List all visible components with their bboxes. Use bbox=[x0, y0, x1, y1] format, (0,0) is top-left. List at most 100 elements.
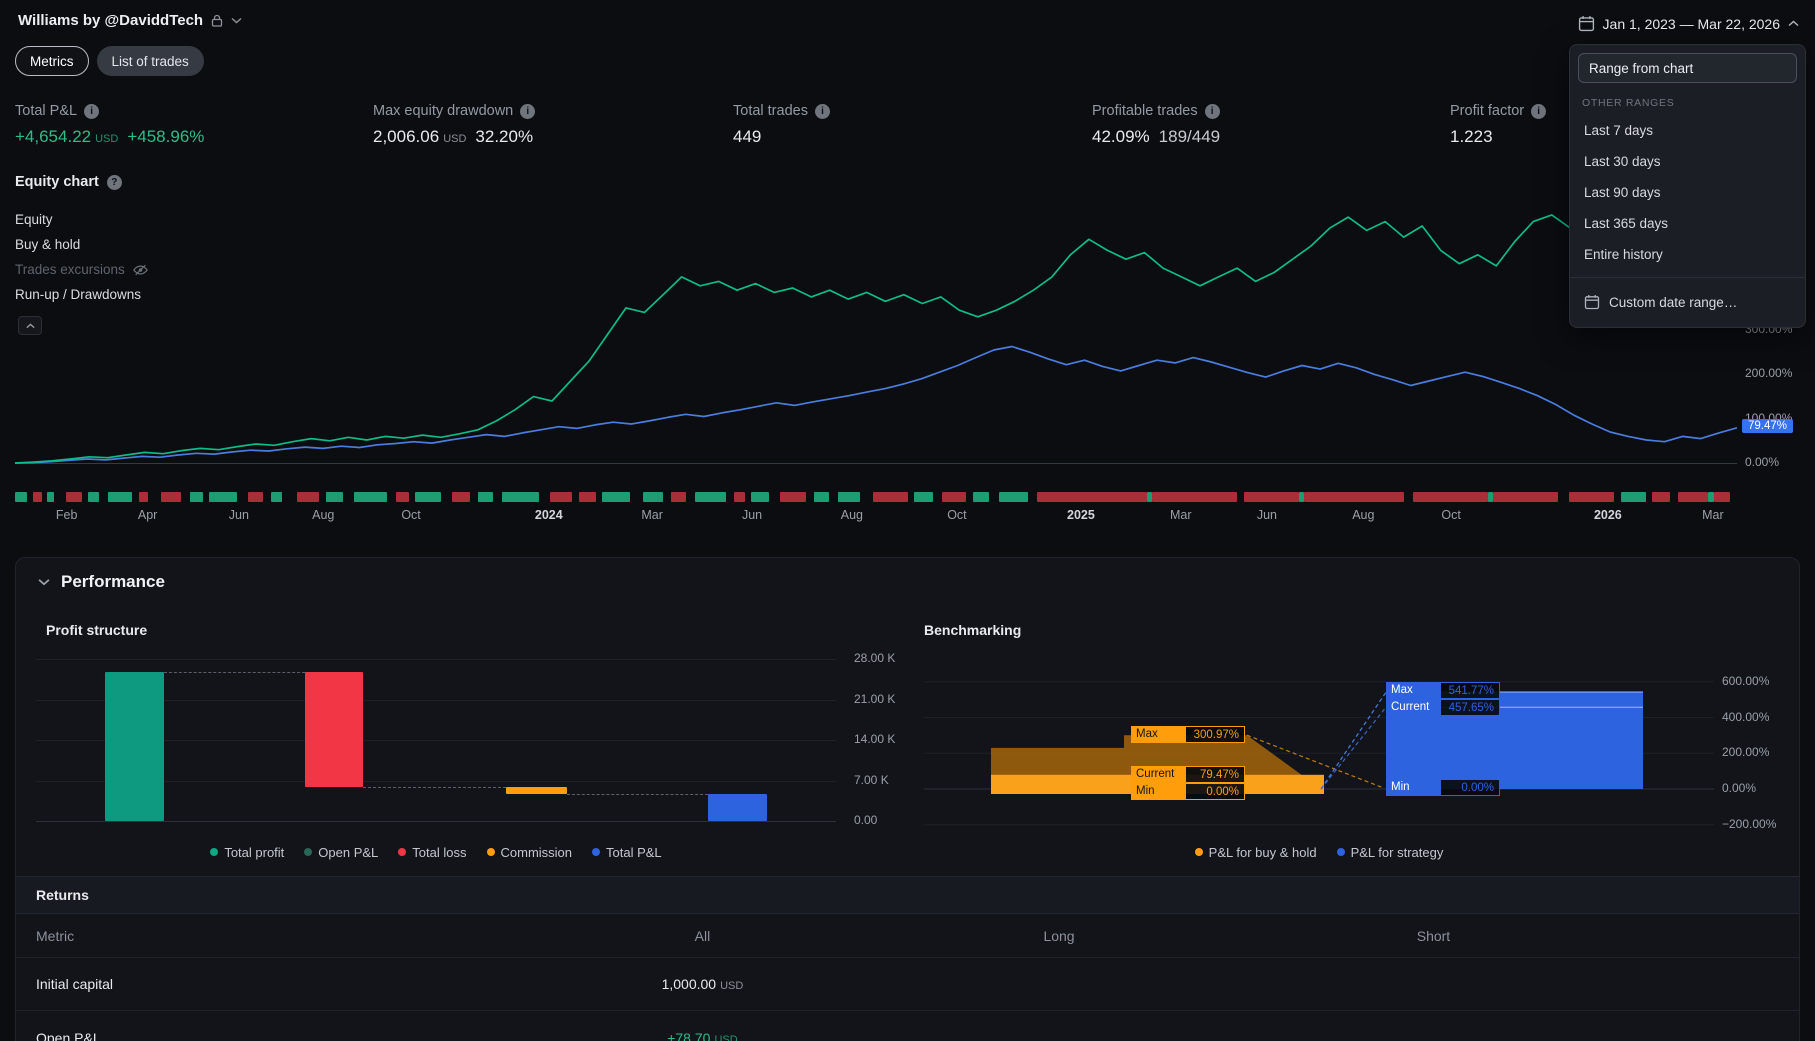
legend-toggle-run-up-drawdowns[interactable]: Run-up / Drawdowns bbox=[15, 282, 148, 307]
time-axis-label: 2025 bbox=[1067, 508, 1095, 522]
info-icon[interactable]: i bbox=[1204, 103, 1220, 119]
table-row: Initial capital 1,000.00 USD bbox=[16, 958, 1799, 1011]
metric-label: Profitable trades bbox=[1092, 103, 1198, 119]
benchmarking-chart[interactable]: Max 300.97% Current 79.47% Min 0.00% Max 541.77… bbox=[924, 678, 1714, 828]
legend-item-p-l-for-buy-hold[interactable]: P&L for buy & hold bbox=[1194, 845, 1317, 860]
time-axis-label: Apr bbox=[137, 508, 158, 522]
row-metric: Open P&L bbox=[36, 1029, 101, 1041]
date-range-label: Jan 1, 2023 — Mar 22, 2026 bbox=[1602, 15, 1780, 32]
trade-gap bbox=[282, 492, 297, 502]
trade-marker bbox=[15, 492, 27, 502]
menu-item-last-90-days[interactable]: Last 90 days bbox=[1578, 177, 1797, 208]
chevron-up-icon bbox=[1788, 20, 1799, 27]
chip-value: 79.47% bbox=[1185, 766, 1245, 783]
chip-label: Max bbox=[1386, 682, 1440, 699]
metric-currency: USD bbox=[443, 133, 467, 145]
trade-gap bbox=[806, 492, 814, 502]
legend-dot bbox=[398, 848, 407, 856]
trade-gap bbox=[441, 492, 452, 502]
legend-toggle-equity[interactable]: Equity bbox=[15, 207, 148, 232]
legend-item-total-loss[interactable]: Total loss bbox=[398, 845, 467, 860]
returns-section-header: Returns bbox=[16, 876, 1799, 914]
help-icon[interactable]: ? bbox=[106, 174, 122, 190]
legend-label: Total profit bbox=[224, 844, 285, 860]
bar-total-p-l[interactable] bbox=[708, 794, 767, 821]
legend-item-commission[interactable]: Commission bbox=[486, 845, 572, 860]
equity-chart-plot[interactable] bbox=[15, 205, 1737, 477]
chip-label: Max bbox=[1131, 726, 1185, 743]
time-axis-label: Mar bbox=[1170, 508, 1192, 522]
chip-value: 0.00% bbox=[1185, 783, 1245, 800]
date-range-button[interactable]: Jan 1, 2023 — Mar 22, 2026 bbox=[1572, 12, 1805, 35]
time-axis[interactable]: Feb Apr Jun Aug Oct 2024 Mar Jun Aug Oct 2025 Mar Ju… bbox=[15, 508, 1737, 526]
trade-marker bbox=[671, 492, 686, 502]
trade-markers-strip[interactable] bbox=[15, 492, 1737, 502]
equity-chart-legend: Equity Buy & hold Trades excursions Run-up … bbox=[15, 207, 148, 307]
trade-marker bbox=[1244, 492, 1299, 502]
menu-item-custom-date-range[interactable]: Custom date range… bbox=[1578, 285, 1797, 319]
trade-marker bbox=[108, 492, 132, 502]
gridline bbox=[36, 659, 836, 661]
legend-dot bbox=[1194, 848, 1203, 856]
chip-value: 300.97% bbox=[1185, 726, 1245, 743]
bar-total-profit[interactable] bbox=[105, 672, 164, 821]
menu-item-last-7-days[interactable]: Last 7 days bbox=[1578, 115, 1797, 146]
legend-item-total-profit[interactable]: Total profit bbox=[210, 845, 284, 860]
row-metric: Initial capital bbox=[36, 976, 114, 992]
lock-icon bbox=[211, 14, 223, 27]
calendar-icon bbox=[1584, 294, 1600, 310]
view-tabs: Metrics List of trades bbox=[15, 46, 204, 76]
waterfall-connector bbox=[363, 787, 506, 789]
trade-gap bbox=[860, 492, 873, 502]
legend-toggle-trades-excursions[interactable]: Trades excursions bbox=[15, 257, 148, 282]
performance-title: Performance bbox=[61, 572, 165, 591]
benchmarking-legend: P&L for buy & hold P&L for strategy bbox=[924, 844, 1714, 860]
legend-item-open-p-l[interactable]: Open P&L bbox=[304, 845, 378, 860]
legend-toggle-buy-hold[interactable]: Buy & hold bbox=[15, 232, 148, 257]
benchmark-axis-tick: 0.00% bbox=[1722, 781, 1757, 795]
strategy-title: Williams by @DaviddTech bbox=[18, 12, 204, 29]
info-icon[interactable]: i bbox=[84, 103, 100, 119]
equity-axis-tick: 200.00% bbox=[1745, 366, 1793, 381]
performance-header[interactable]: Performance bbox=[38, 572, 165, 592]
legend-item-total-p-l[interactable]: Total P&L bbox=[592, 845, 662, 860]
trade-marker bbox=[999, 492, 1028, 502]
info-icon[interactable]: i bbox=[814, 103, 830, 119]
info-icon[interactable]: i bbox=[520, 103, 536, 119]
trade-marker bbox=[452, 492, 470, 502]
info-icon[interactable]: i bbox=[1531, 103, 1547, 119]
trade-marker bbox=[643, 492, 663, 502]
metric-label: Max equity drawdown bbox=[373, 103, 514, 119]
benchmark-axis-tick: 400.00% bbox=[1722, 709, 1770, 724]
bar-commission[interactable] bbox=[506, 787, 567, 795]
chip-value: 457.65% bbox=[1440, 699, 1500, 716]
menu-item-entire-history[interactable]: Entire history bbox=[1578, 239, 1797, 270]
menu-item-last-365-days[interactable]: Last 365 days bbox=[1578, 208, 1797, 239]
legend-item-p-l-for-strategy[interactable]: P&L for strategy bbox=[1336, 845, 1443, 860]
trade-marker bbox=[1714, 492, 1730, 502]
legend-label: Buy & hold bbox=[15, 237, 81, 252]
menu-item-range-from-chart[interactable]: Range from chart bbox=[1578, 53, 1797, 83]
tab-list-of-trades[interactable]: List of trades bbox=[96, 46, 204, 76]
metric-value: 449 bbox=[733, 127, 762, 146]
menu-item-last-30-days[interactable]: Last 30 days bbox=[1578, 146, 1797, 177]
legend-label: Equity bbox=[15, 212, 53, 227]
metric-value: 42.09% bbox=[1092, 127, 1150, 146]
trade-gap bbox=[181, 492, 190, 502]
legend-dot bbox=[304, 848, 313, 856]
profit-structure-chart[interactable] bbox=[36, 651, 836, 829]
tab-metrics[interactable]: Metrics bbox=[15, 46, 89, 76]
collapse-legend-button[interactable] bbox=[18, 316, 42, 335]
trade-gap bbox=[630, 492, 643, 502]
current-value-chip: Current 457.65% bbox=[1386, 699, 1500, 716]
metric-value: +4,654.22 bbox=[15, 127, 92, 146]
chevron-down-icon[interactable] bbox=[231, 17, 242, 24]
trade-marker bbox=[139, 492, 148, 502]
bar-total-loss[interactable] bbox=[305, 672, 363, 788]
trade-marker bbox=[838, 492, 860, 502]
trade-gap bbox=[1614, 492, 1621, 502]
trade-gap bbox=[470, 492, 478, 502]
trade-marker bbox=[1037, 492, 1147, 502]
row-all-value: +78.70 USD bbox=[667, 1029, 738, 1041]
legend-dot bbox=[592, 848, 601, 856]
